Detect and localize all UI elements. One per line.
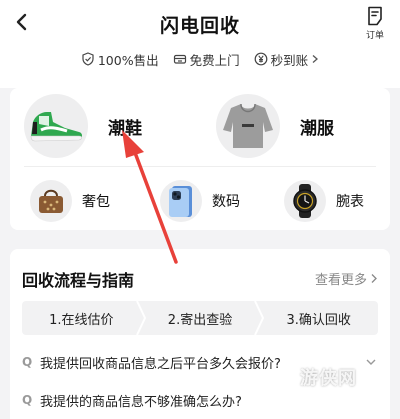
shield-check-icon — [82, 52, 94, 66]
phone-image — [160, 180, 202, 222]
hoodie-image — [216, 94, 280, 158]
section-title: 回收流程与指南 — [22, 271, 135, 290]
category-apparel[interactable]: 潮服 — [216, 94, 334, 158]
category-label: 潮服 — [300, 118, 334, 139]
handbag-image — [30, 180, 72, 222]
category-label: 潮鞋 — [108, 118, 142, 139]
page-title: 闪电回收 — [159, 15, 240, 37]
perk-instant: 秒到账 — [254, 50, 320, 69]
process-step: 1.在线估价 — [22, 301, 146, 335]
faq-marker: Q — [22, 393, 33, 407]
category-label: 数码 — [212, 194, 240, 210]
service-perks: 100%售出 免费上门 秒到账 — [0, 49, 400, 69]
truck-icon — [173, 54, 186, 64]
category-bags[interactable]: 奢包 — [30, 180, 110, 222]
perk-label: 免费上门 — [189, 52, 240, 68]
watch-image — [284, 180, 326, 222]
chevron-right-icon — [371, 274, 377, 283]
see-more-link[interactable]: 查看更多 — [315, 269, 378, 288]
order-list-icon — [368, 6, 382, 26]
faq-marker: Q — [22, 355, 33, 369]
see-more-label: 查看更多 — [314, 273, 367, 288]
step-label: 3.确认回收 — [286, 312, 351, 328]
perk-label: 秒到账 — [270, 52, 309, 68]
category-digital[interactable]: 数码 — [160, 180, 240, 222]
process-step: 2.寄出查验 — [141, 301, 265, 335]
divider — [24, 166, 376, 167]
process-steps: 1.在线估价 2.寄出查验 3.确认回收 — [22, 301, 378, 335]
order-button[interactable]: 订单 — [358, 6, 392, 44]
faq-question: 我提供的商品信息不够准确怎么办? — [40, 394, 242, 410]
step-label: 2.寄出查验 — [167, 312, 233, 328]
category-card: 潮鞋 潮服 奢包 数码 腕表 — [10, 88, 390, 230]
recycle-guide-section: 回收流程与指南 查看更多 1.在线估价 2.寄出查验 3.确认回收 Q 我提供回… — [10, 249, 390, 419]
faq-item[interactable]: Q 我提供的商品信息不够准确怎么办? — [22, 387, 378, 413]
perk-pickup: 免费上门 — [173, 50, 240, 69]
chevron-right-icon — [312, 55, 319, 63]
order-label: 订单 — [365, 31, 384, 41]
chevron-down-icon — [366, 359, 376, 365]
category-sneakers[interactable]: 潮鞋 — [24, 94, 142, 158]
category-label: 腕表 — [336, 194, 364, 210]
process-step: 3.确认回收 — [259, 301, 378, 335]
step-label: 1.在线估价 — [49, 312, 114, 328]
sneaker-image — [24, 94, 88, 158]
category-label: 奢包 — [82, 194, 110, 210]
category-watches[interactable]: 腕表 — [284, 180, 364, 222]
yen-coin-icon — [254, 52, 268, 66]
perk-sold: 100%售出 — [81, 50, 159, 69]
watermark: 游侠网 — [300, 368, 357, 389]
perk-label: 100%售出 — [97, 52, 159, 68]
